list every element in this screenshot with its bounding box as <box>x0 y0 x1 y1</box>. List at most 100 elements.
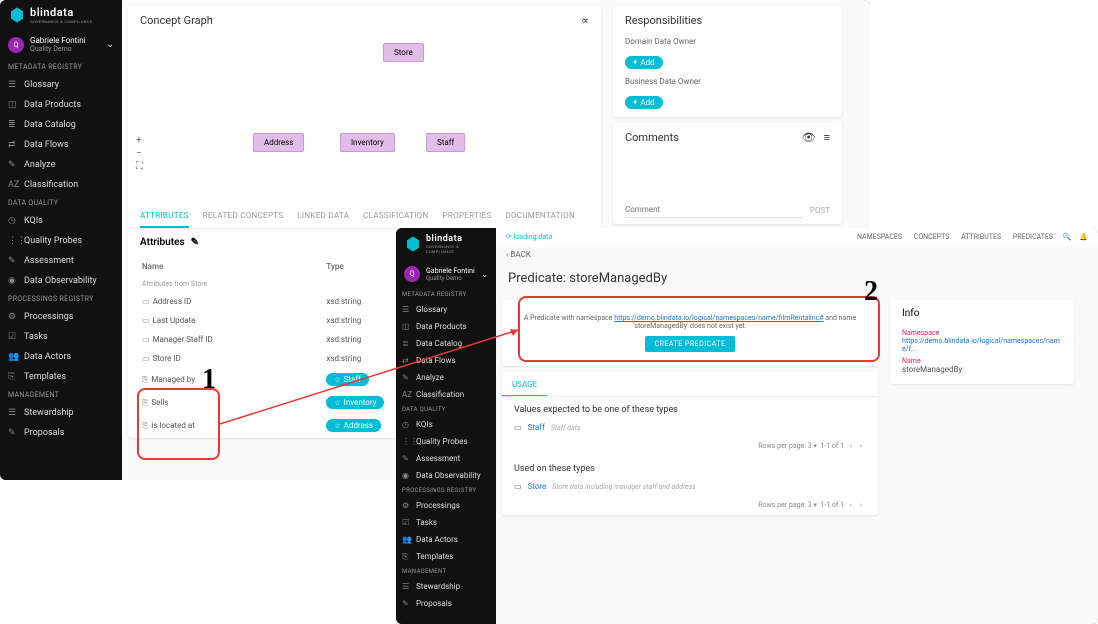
steward-icon: ☰ <box>402 582 411 591</box>
responsibilities-card: Responsibilities Domain Data Owner Add B… <box>613 6 842 117</box>
next-page[interactable]: › <box>860 442 862 450</box>
book-icon: ☰ <box>8 80 18 90</box>
nav-analyze[interactable]: ✎Analyze <box>0 155 122 175</box>
tab-linked[interactable]: LINKED DATA <box>297 205 349 228</box>
topnav-attributes[interactable]: ATTRIBUTES <box>961 233 1001 241</box>
tab-properties[interactable]: PROPERTIES <box>443 205 492 228</box>
zoom-out[interactable]: − <box>136 148 142 159</box>
tag-icon: AZ <box>8 180 18 190</box>
back-button[interactable]: ‹ BACK <box>506 250 531 259</box>
nav-tasks[interactable]: ☑Tasks <box>0 327 122 347</box>
prev-page[interactable]: ‹ <box>850 442 852 450</box>
share-icon[interactable]: ∝ <box>581 14 589 27</box>
nav-assessment[interactable]: ✎Assessment <box>0 251 122 271</box>
assess-icon: ✎ <box>8 256 18 266</box>
fullscreen[interactable]: ⛶ <box>136 161 143 172</box>
nav-data-flows[interactable]: ⇄Data Flows <box>0 135 122 155</box>
value-row[interactable]: ▭StaffStaff data <box>502 419 878 436</box>
nav-tasks[interactable]: ☑Tasks <box>396 514 496 531</box>
nav-quality-probes[interactable]: ⋮⋮Quality Probes <box>0 231 122 251</box>
page-title: Predicate: storeManagedBy <box>496 263 1098 294</box>
user-menu[interactable]: Q Gabriele FontiniQuality Demo ⌄ <box>0 30 122 59</box>
section-management: MANAGEMENT <box>0 387 122 403</box>
logo-icon <box>8 6 26 24</box>
visibility-icon[interactable]: 👁 <box>802 131 816 144</box>
rpp-select[interactable]: 3 ▾ <box>808 442 817 450</box>
topnav-concepts[interactable]: CONCEPTS <box>914 233 950 241</box>
topnav-namespaces[interactable]: NAMESPACES <box>857 233 902 241</box>
node-store[interactable]: Store <box>383 43 424 62</box>
prev-page[interactable]: ‹ <box>850 501 852 509</box>
template-icon: ⎘ <box>402 552 411 561</box>
add-domain-owner[interactable]: Add <box>625 56 663 69</box>
proposal-icon: ✎ <box>8 428 18 438</box>
tab-attributes[interactable]: ATTRIBUTES <box>140 205 189 228</box>
tab-usage[interactable]: USAGE <box>502 374 547 396</box>
loading-indicator: ⟳ loading data <box>506 233 552 241</box>
analyze-icon: ✎ <box>402 373 411 382</box>
graph-title: Concept Graph <box>140 14 213 27</box>
nav-data-catalog[interactable]: ≣Data Catalog <box>0 115 122 135</box>
value-row[interactable]: ▭StoreStore data including manager staff… <box>502 478 878 495</box>
nav-processings[interactable]: ⚙Processings <box>0 307 122 327</box>
edit-icon[interactable]: ✎ <box>191 237 199 248</box>
chip-staff[interactable]: Staff <box>326 373 369 386</box>
nav-data-products[interactable]: ◫Data Products <box>396 318 496 335</box>
sort-icon[interactable]: ≡ <box>824 131 830 144</box>
nav-stewardship[interactable]: ☰Stewardship <box>0 403 122 423</box>
obs-icon: ◉ <box>402 471 411 480</box>
node-staff[interactable]: Staff <box>426 133 465 152</box>
tab-classification[interactable]: CLASSIFICATION <box>363 205 428 228</box>
nav-quality-probes[interactable]: ⋮⋮Quality Probes <box>396 433 496 450</box>
chip-address[interactable]: Address <box>326 419 381 432</box>
nav-processings[interactable]: ⚙Processings <box>396 497 496 514</box>
user-menu[interactable]: Q Gabriele FontiniQuality Demo ⌄ <box>396 260 496 288</box>
proposal-icon: ✎ <box>402 599 411 608</box>
graph-canvas[interactable]: Store Address Inventory Staff + − ⛶ <box>128 35 601 205</box>
chip-inventory[interactable]: Inventory <box>326 396 384 409</box>
nav-data-flows[interactable]: ⇄Data Flows <box>396 352 496 369</box>
tab-related[interactable]: RELATED CONCEPTS <box>203 205 284 228</box>
annotation-1: 1 <box>202 364 216 396</box>
nav-proposals[interactable]: ✎Proposals <box>0 423 122 443</box>
nav-stewardship[interactable]: ☰Stewardship <box>396 578 496 595</box>
nav-kqis[interactable]: ◷KQIs <box>396 416 496 433</box>
nav-data-actors[interactable]: 👥Data Actors <box>0 347 122 367</box>
node-inventory[interactable]: Inventory <box>340 133 395 152</box>
catalog-icon: ≣ <box>402 339 411 348</box>
attributes-title: Attributes <box>140 237 185 248</box>
logo-icon <box>404 235 422 253</box>
nav-analyze[interactable]: ✎Analyze <box>396 369 496 386</box>
post-button[interactable]: POST <box>810 206 830 215</box>
notifications-icon[interactable]: 🔔 <box>1079 233 1088 241</box>
comment-input[interactable] <box>625 202 802 218</box>
rpp-select[interactable]: 3 ▾ <box>808 501 817 509</box>
info-namespace-link[interactable]: https://demo.blindata.io/logical/namespa… <box>902 337 1060 353</box>
search-icon[interactable]: 🔍 <box>1063 233 1072 241</box>
nav-templates[interactable]: ⎘Templates <box>0 367 122 387</box>
task-icon: ☑ <box>402 518 411 527</box>
next-page[interactable]: › <box>860 501 862 509</box>
nav-data-products[interactable]: ◫Data Products <box>0 95 122 115</box>
nav-data-obs[interactable]: ◉Data Observability <box>0 271 122 291</box>
nav-assessment[interactable]: ✎Assessment <box>396 450 496 467</box>
nav-classification[interactable]: AZClassification <box>0 175 122 195</box>
nav-templates[interactable]: ⎘Templates <box>396 548 496 565</box>
nav-data-catalog[interactable]: ≣Data Catalog <box>396 335 496 352</box>
topnav-predicates[interactable]: PREDICATES <box>1013 233 1053 241</box>
nav-data-obs[interactable]: ◉Data Observability <box>396 467 496 484</box>
catalog-icon: ≣ <box>8 120 18 130</box>
nav-glossary[interactable]: ☰Glossary <box>396 301 496 318</box>
tab-documentation[interactable]: DOCUMENTATION <box>505 205 575 228</box>
nav-proposals[interactable]: ✎Proposals <box>396 595 496 612</box>
nav-glossary[interactable]: ☰Glossary <box>0 75 122 95</box>
node-address[interactable]: Address <box>253 133 304 152</box>
book-icon: ☰ <box>402 305 411 314</box>
nav-data-actors[interactable]: 👥Data Actors <box>396 531 496 548</box>
add-business-owner[interactable]: Add <box>625 96 663 109</box>
nav-classification[interactable]: AZClassification <box>396 386 496 403</box>
nav-kqis[interactable]: ◷KQIs <box>0 211 122 231</box>
concept-tabs: ATTRIBUTES RELATED CONCEPTS LINKED DATA … <box>128 205 601 229</box>
analyze-icon: ✎ <box>8 160 18 170</box>
zoom-in[interactable]: + <box>136 135 142 146</box>
